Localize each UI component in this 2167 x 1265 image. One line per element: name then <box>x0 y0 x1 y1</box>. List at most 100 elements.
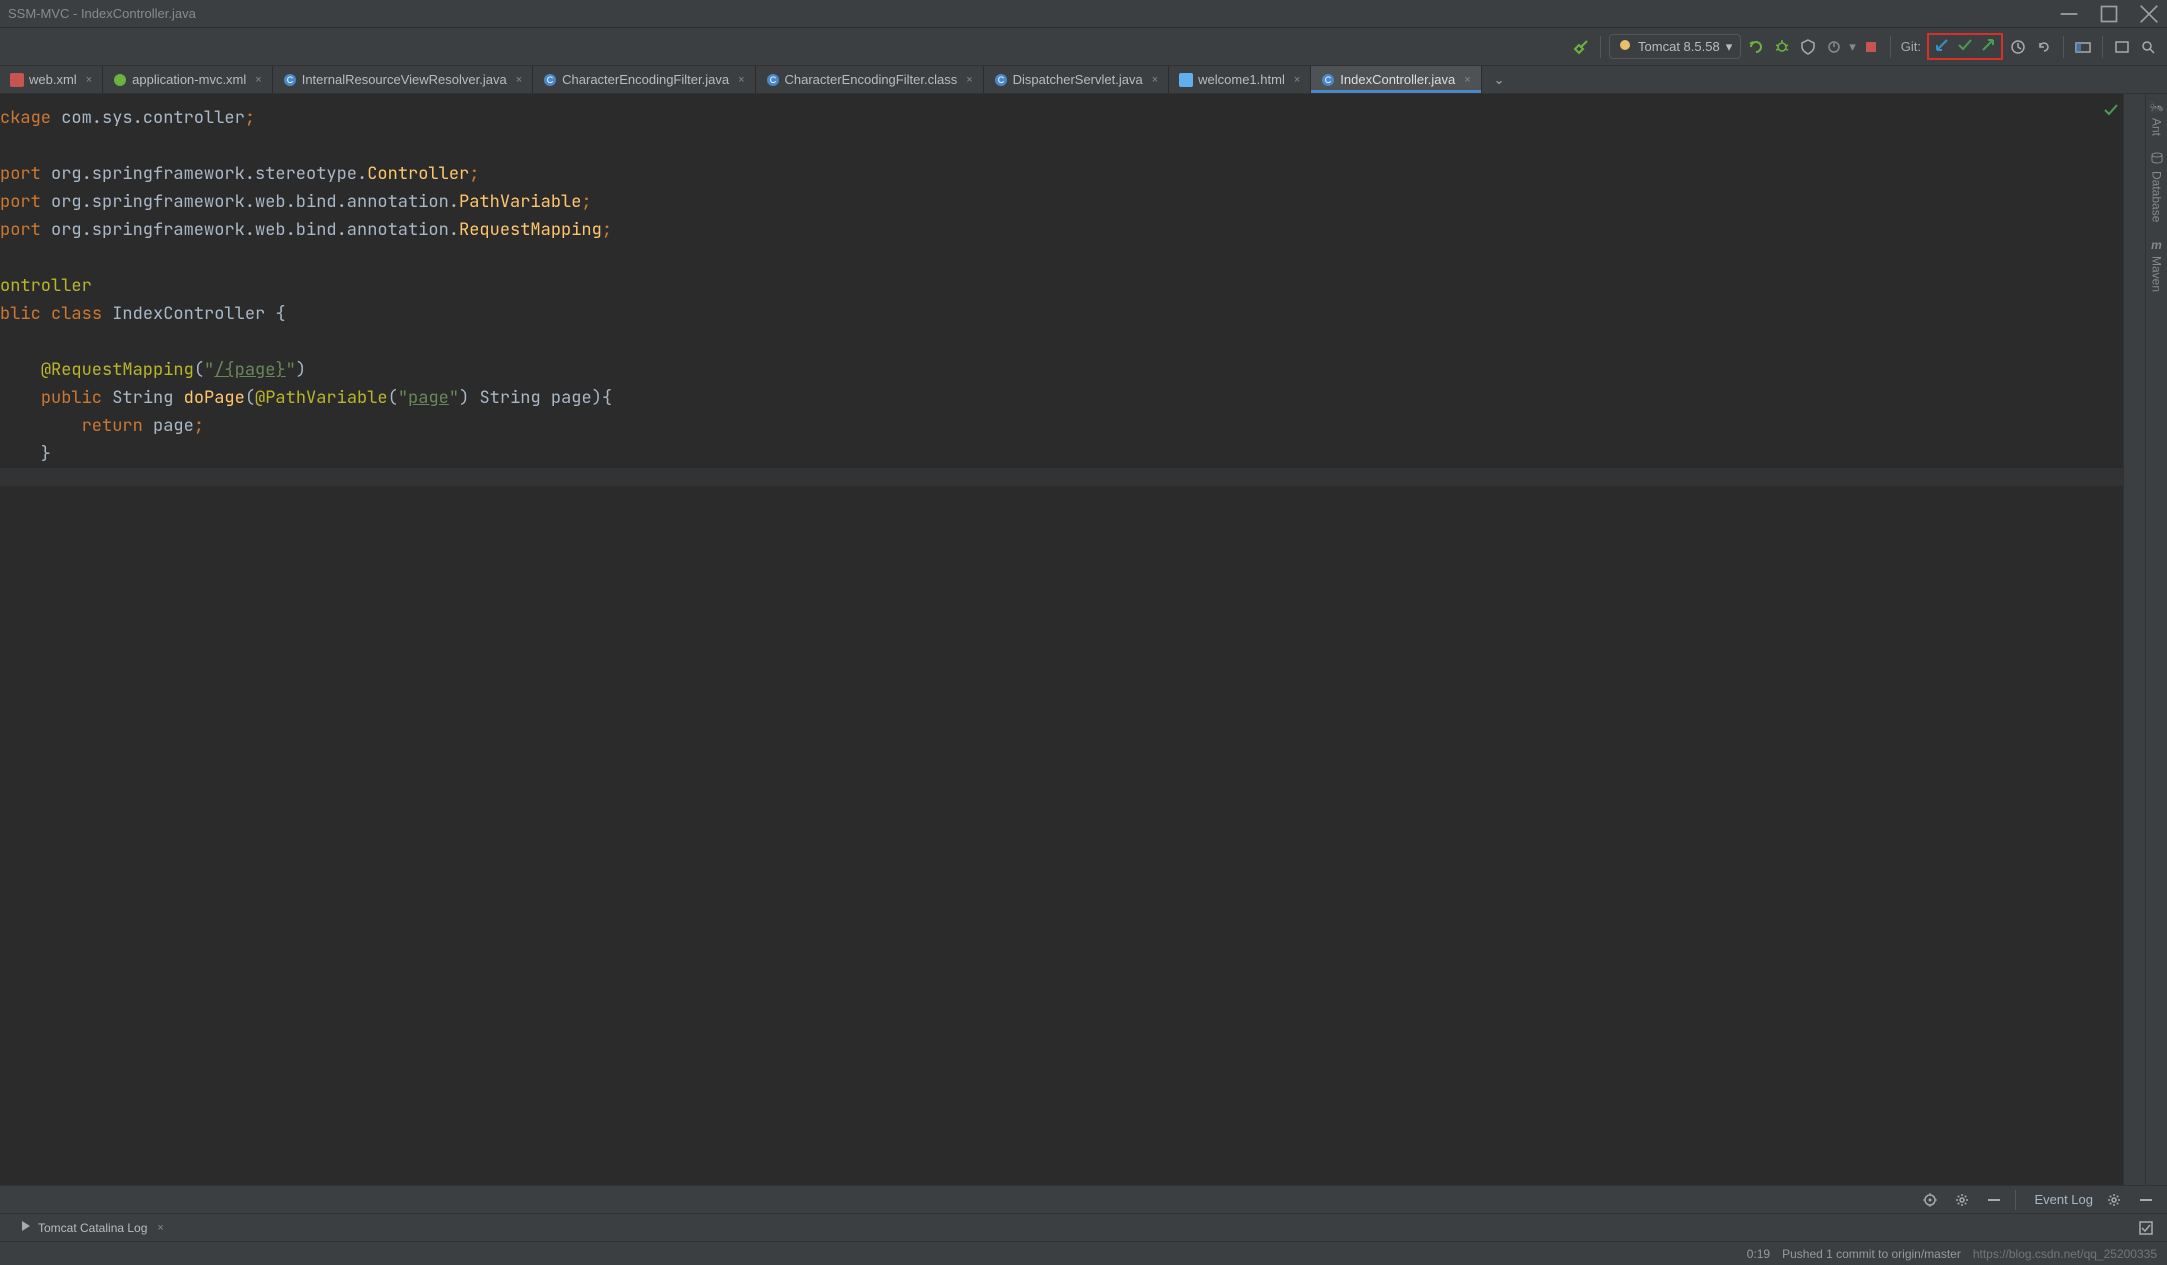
close-icon[interactable]: × <box>255 74 261 86</box>
code-keyword: return <box>82 415 143 437</box>
close-icon[interactable] <box>2139 4 2159 24</box>
tab-web-xml[interactable]: web.xml × <box>0 66 103 93</box>
minimize-icon[interactable] <box>2059 4 2079 24</box>
gear-icon[interactable] <box>1951 1189 1973 1211</box>
code-keyword: port <box>0 191 41 213</box>
close-icon[interactable]: × <box>86 74 92 86</box>
checkbox-icon[interactable] <box>2135 1217 2157 1239</box>
ant-icon: 🐜 <box>2149 100 2164 114</box>
code-var: page <box>153 415 194 437</box>
build-icon[interactable] <box>1570 36 1592 58</box>
maximize-icon[interactable] <box>2099 4 2119 24</box>
target-icon[interactable] <box>1919 1189 1941 1211</box>
tab-char-encoding-class[interactable]: C CharacterEncodingFilter.class × <box>756 66 984 93</box>
run-icon[interactable] <box>1745 36 1767 58</box>
rail-maven[interactable]: m Maven <box>2150 238 2164 292</box>
code-string: " <box>398 387 408 409</box>
hide-icon[interactable] <box>1983 1189 2005 1211</box>
close-icon[interactable]: × <box>1464 74 1470 86</box>
separator <box>1890 36 1891 58</box>
code-string: " <box>449 387 459 409</box>
code-classname: Controller <box>367 163 469 185</box>
code-keyword: blic <box>0 303 41 325</box>
window-title: SSM-MVC - IndexController.java <box>8 6 196 21</box>
inspection-indicator[interactable] <box>2103 102 2119 121</box>
svg-text:C: C <box>769 75 776 85</box>
tab-dispatcher[interactable]: C DispatcherServlet.java × <box>984 66 1170 93</box>
code-annotation: @PathVariable <box>255 387 388 409</box>
tomcat-log-tab[interactable]: Tomcat Catalina Log × <box>10 1220 174 1235</box>
class-file-icon: C <box>766 73 780 87</box>
code-string: page <box>408 387 449 409</box>
git-highlight-box <box>1927 33 2003 60</box>
tabs-overflow-icon[interactable]: ⌄ <box>1486 72 1513 88</box>
editor-tabs: web.xml × application-mvc.xml × C Intern… <box>0 66 2167 94</box>
debug-icon[interactable] <box>1771 36 1793 58</box>
run-configuration-selector[interactable]: Tomcat 8.5.58 ▾ <box>1609 34 1741 59</box>
code-text: org.springframework.web.bind.annotation. <box>41 191 459 213</box>
close-icon[interactable]: × <box>1152 74 1158 86</box>
run-icon <box>20 1220 32 1235</box>
status-cursor[interactable]: 0:19 <box>1747 1247 1770 1261</box>
stop-icon[interactable] <box>1860 36 1882 58</box>
code-keyword: public <box>41 387 102 409</box>
code-string: " <box>286 359 296 381</box>
search-everywhere-icon[interactable] <box>2137 36 2159 58</box>
profiler-icon[interactable] <box>1823 36 1845 58</box>
rail-database[interactable]: Database <box>2150 152 2164 222</box>
database-icon <box>2151 152 2163 167</box>
bottom-tab-label: Tomcat Catalina Log <box>38 1221 147 1235</box>
tab-label: web.xml <box>29 72 77 87</box>
code-method: doPage <box>184 387 245 409</box>
separator <box>1600 36 1601 58</box>
git-pull-icon[interactable] <box>1935 38 1949 55</box>
rollback-icon[interactable] <box>2033 36 2055 58</box>
tab-label: IndexController.java <box>1340 72 1455 87</box>
event-log-tab[interactable]: Event Log <box>2026 1192 2093 1207</box>
tab-internal-resource[interactable]: C InternalResourceViewResolver.java × <box>273 66 533 93</box>
separator <box>2063 36 2064 58</box>
rail-ant[interactable]: 🐜 Ant <box>2149 100 2164 136</box>
tab-label: CharacterEncodingFilter.java <box>562 72 729 87</box>
chevron-down-icon[interactable]: ▾ <box>1849 39 1856 55</box>
run-config-label: Tomcat 8.5.58 <box>1638 39 1720 54</box>
tab-label: InternalResourceViewResolver.java <box>302 72 507 87</box>
tab-index-controller[interactable]: C IndexController.java × <box>1311 66 1481 93</box>
class-file-icon: C <box>543 73 557 87</box>
close-icon[interactable]: × <box>1294 74 1300 86</box>
ide-settings-icon[interactable] <box>2111 36 2133 58</box>
code-keyword: port <box>0 163 41 185</box>
watermark: https://blog.csdn.net/qq_25200335 <box>1973 1247 2157 1261</box>
close-icon[interactable]: × <box>738 74 744 86</box>
code-text: com.sys.controller <box>51 107 245 129</box>
hide-icon[interactable] <box>2135 1189 2157 1211</box>
status-message: Pushed 1 commit to origin/master <box>1782 1247 1961 1261</box>
tab-welcome-html[interactable]: welcome1.html × <box>1169 66 1311 93</box>
code-keyword: class <box>51 303 102 325</box>
code-type: String <box>112 387 173 409</box>
close-icon[interactable]: × <box>966 74 972 86</box>
close-icon[interactable]: × <box>157 1222 163 1234</box>
class-file-icon: C <box>283 73 297 87</box>
git-commit-icon[interactable] <box>1957 37 1973 56</box>
bottom-right-controls: Event Log <box>1909 1189 2167 1211</box>
gear-icon[interactable] <box>2103 1189 2125 1211</box>
git-push-icon[interactable] <box>1981 38 1995 55</box>
code-string: " <box>204 359 214 381</box>
git-label: Git: <box>1901 39 1921 54</box>
code-keyword: ckage <box>0 107 51 129</box>
tomcat-icon <box>1618 38 1632 55</box>
code-editor[interactable]: ckage com.sys.controller; port org.sprin… <box>0 94 2123 1185</box>
history-icon[interactable] <box>2007 36 2029 58</box>
svg-text:C: C <box>547 75 554 85</box>
tab-label: welcome1.html <box>1198 72 1285 87</box>
bottom-tabs-row: Tomcat Catalina Log × <box>0 1213 2167 1241</box>
tab-char-encoding-java[interactable]: C CharacterEncodingFilter.java × <box>533 66 755 93</box>
coverage-icon[interactable] <box>1797 36 1819 58</box>
code-classname: IndexController <box>112 303 265 325</box>
code-keyword: port <box>0 219 41 241</box>
code-annotation: ontroller <box>0 275 92 297</box>
tab-application-mvc[interactable]: application-mvc.xml × <box>103 66 273 93</box>
close-icon[interactable]: × <box>516 74 522 86</box>
project-structure-icon[interactable] <box>2072 36 2094 58</box>
